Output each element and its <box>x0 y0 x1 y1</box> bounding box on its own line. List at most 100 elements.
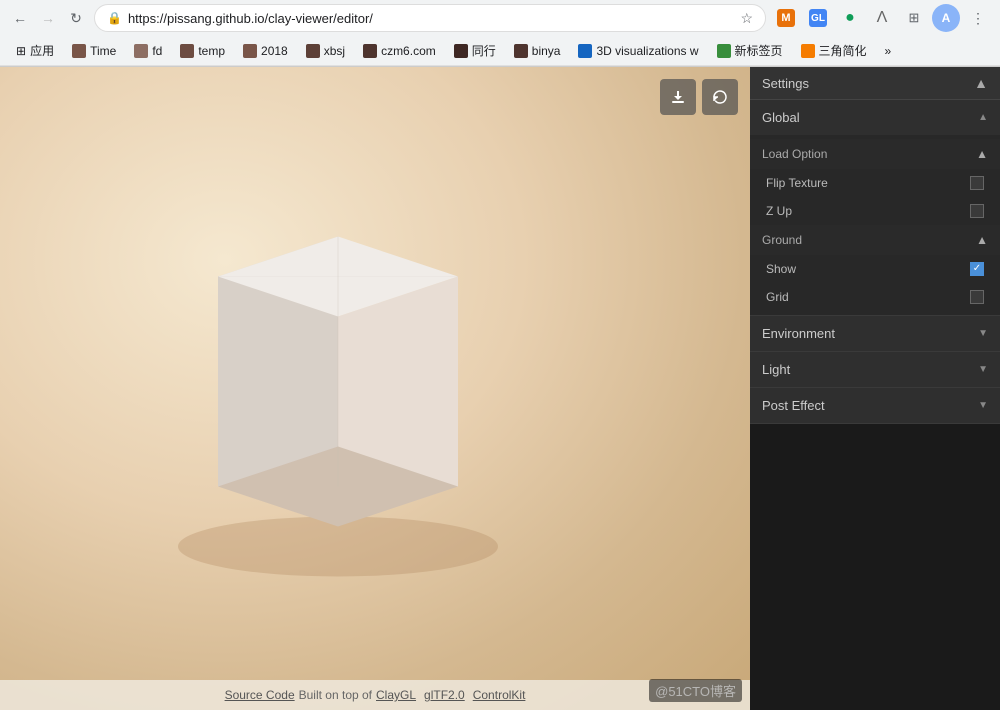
settings-header: Settings ▲ <box>750 67 1000 100</box>
cube-container <box>148 176 528 601</box>
bookmark-label: 应用 <box>30 42 54 59</box>
bookmark-binya[interactable]: binya <box>506 41 569 61</box>
bookmark-label: 3D visualizations w <box>596 44 698 58</box>
flip-texture-label: Flip Texture <box>766 176 970 190</box>
bookmark-label: xbsj <box>324 44 345 58</box>
section-post-effect-header[interactable]: Post Effect ▼ <box>750 388 1000 423</box>
claygl-link[interactable]: ClayGL <box>376 688 416 702</box>
bookmark-favicon <box>717 44 731 58</box>
subsection-load-option-arrow: ▲ <box>976 147 988 161</box>
gltf-link[interactable]: glTF2.0 <box>424 688 465 702</box>
viewport-footer: Source Code Built on top of ClayGL glTF2… <box>0 680 750 710</box>
grid-checkbox[interactable] <box>970 290 984 304</box>
subsection-ground-header[interactable]: Ground ▲ <box>750 225 1000 255</box>
bookmark-newtab[interactable]: 新标签页 <box>709 39 791 62</box>
show-checkbox[interactable] <box>970 262 984 276</box>
download-button[interactable] <box>660 79 696 115</box>
subsection-ground-label: Ground <box>762 233 802 247</box>
bookmark-label: 同行 <box>472 42 496 59</box>
browser-actions: M GL ● Λ ⊞ A ⋮ <box>772 4 992 32</box>
bookmark-2018[interactable]: 2018 <box>235 41 296 61</box>
section-global-header[interactable]: Global ▲ <box>750 100 1000 135</box>
browser-chrome: ← → ↻ 🔒 https://pissang.github.io/clay-v… <box>0 0 1000 67</box>
ext1-button[interactable]: ● <box>836 4 864 32</box>
section-post-effect-arrow: ▼ <box>978 400 988 411</box>
section-global: Global ▲ Load Option ▲ Flip Texture Z Up <box>750 100 1000 316</box>
bookmark-favicon <box>454 44 468 58</box>
bookmark-favicon <box>243 44 257 58</box>
bookmark-label: czm6.com <box>381 44 436 58</box>
bookmark-label: 2018 <box>261 44 288 58</box>
section-post-effect: Post Effect ▼ <box>750 388 1000 424</box>
viewport[interactable]: Source Code Built on top of ClayGL glTF2… <box>0 67 750 710</box>
url-text: https://pissang.github.io/clay-viewer/ed… <box>128 11 734 26</box>
ext2-button[interactable]: Λ <box>868 4 896 32</box>
bookmark-triangle[interactable]: 三角简化 <box>793 39 875 62</box>
section-global-label: Global <box>762 110 800 125</box>
bookmark-tongxing[interactable]: 同行 <box>446 39 504 62</box>
address-bar[interactable]: 🔒 https://pissang.github.io/clay-viewer/… <box>94 4 766 32</box>
profile-avatar[interactable]: A <box>932 4 960 32</box>
bookmark-xbsj[interactable]: xbsj <box>298 41 353 61</box>
section-global-content: Load Option ▲ Flip Texture Z Up Ground ▲ <box>750 135 1000 315</box>
bookmark-label: 新标签页 <box>735 42 783 59</box>
reload-button[interactable]: ↻ <box>64 6 88 30</box>
extensions-button[interactable]: M <box>772 4 800 32</box>
show-label: Show <box>766 262 970 276</box>
bookmark-favicon <box>578 44 592 58</box>
bookmark-more[interactable]: » <box>877 41 900 61</box>
bookmark-label: 三角简化 <box>819 42 867 59</box>
section-light-label: Light <box>762 362 790 377</box>
section-light: Light ▼ <box>750 352 1000 388</box>
section-global-arrow: ▲ <box>978 112 988 123</box>
section-post-effect-label: Post Effect <box>762 398 825 413</box>
bookmark-label: binya <box>532 44 561 58</box>
section-environment: Environment ▼ <box>750 316 1000 352</box>
cube-svg <box>148 176 528 596</box>
controlkit-link[interactable]: ControlKit <box>473 688 526 702</box>
setting-show: Show <box>750 255 1000 283</box>
lock-icon: 🔒 <box>107 11 122 25</box>
reset-button[interactable] <box>702 79 738 115</box>
setting-flip-texture: Flip Texture <box>750 169 1000 197</box>
bookmark-time[interactable]: Time <box>64 41 124 61</box>
subsection-ground-arrow: ▲ <box>976 233 988 247</box>
source-code-link[interactable]: Source Code <box>225 688 295 702</box>
bookmark-favicon <box>134 44 148 58</box>
viewport-toolbar <box>660 79 738 115</box>
watermark: @51CTO博客 <box>649 679 742 702</box>
bookmark-czm6[interactable]: czm6.com <box>355 41 444 61</box>
flip-texture-checkbox[interactable] <box>970 176 984 190</box>
menu-button[interactable]: ⋮ <box>964 4 992 32</box>
ext3-button[interactable]: ⊞ <box>900 4 928 32</box>
setting-grid: Grid <box>750 283 1000 311</box>
settings-title: Settings <box>762 76 809 91</box>
back-button[interactable]: ← <box>8 6 32 30</box>
bookmark-favicon <box>180 44 194 58</box>
gl-button[interactable]: GL <box>804 4 832 32</box>
bookmark-apps[interactable]: ⊞ 应用 <box>8 39 62 62</box>
bookmark-fd[interactable]: fd <box>126 41 170 61</box>
browser-toolbar: ← → ↻ 🔒 https://pissang.github.io/clay-v… <box>0 0 1000 36</box>
main-area: Source Code Built on top of ClayGL glTF2… <box>0 67 1000 710</box>
bookmark-label: Time <box>90 44 116 58</box>
bookmarks-bar: ⊞ 应用 Time fd temp 2018 xbsj czm6.com <box>0 36 1000 66</box>
bookmark-favicon <box>514 44 528 58</box>
bookmark-3d[interactable]: 3D visualizations w <box>570 41 706 61</box>
section-environment-header[interactable]: Environment ▼ <box>750 316 1000 351</box>
bookmark-label: temp <box>198 44 225 58</box>
bookmark-temp[interactable]: temp <box>172 41 233 61</box>
bookmark-favicon <box>306 44 320 58</box>
section-light-arrow: ▼ <box>978 364 988 375</box>
subsection-load-option-header[interactable]: Load Option ▲ <box>750 139 1000 169</box>
settings-collapse-button[interactable]: ▲ <box>974 75 988 91</box>
section-light-header[interactable]: Light ▼ <box>750 352 1000 387</box>
bookmark-label: » <box>885 44 892 58</box>
apps-icon: ⊞ <box>16 44 26 58</box>
forward-button[interactable]: → <box>36 6 60 30</box>
bookmark-favicon <box>363 44 377 58</box>
star-icon: ☆ <box>740 10 753 27</box>
grid-label: Grid <box>766 290 970 304</box>
z-up-checkbox[interactable] <box>970 204 984 218</box>
setting-z-up: Z Up <box>750 197 1000 225</box>
